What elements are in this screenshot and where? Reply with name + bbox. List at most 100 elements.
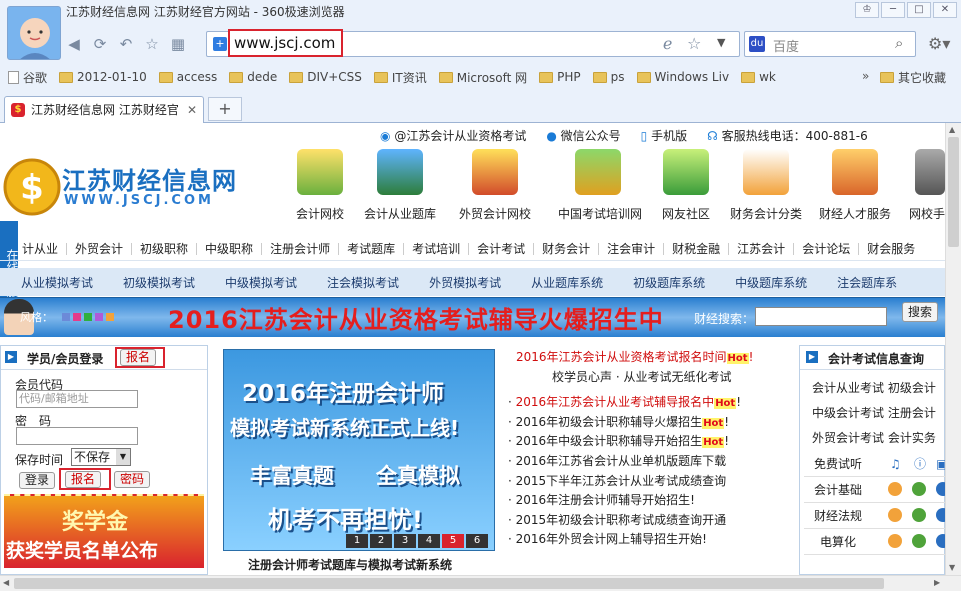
tab-close-icon[interactable]: ✕ xyxy=(187,97,197,123)
wechat-link[interactable]: ● 微信公众号 xyxy=(546,127,620,144)
nav-link[interactable]: 财会服务 xyxy=(859,243,923,255)
list-item[interactable]: · 2016年注册会计师辅导开始招生! xyxy=(508,491,790,511)
sub-nav-link[interactable]: 注会题库系 xyxy=(822,274,912,291)
sub-nav-link[interactable]: 初级题库系统 xyxy=(618,274,720,291)
nav-icon-category[interactable]: 财务会计分类 xyxy=(726,149,806,222)
exam-link[interactable]: 初级会计 xyxy=(888,381,936,395)
favorite-star-icon[interactable]: ☆ xyxy=(142,34,162,54)
nav-link[interactable]: 会计论坛 xyxy=(794,242,860,255)
mobile-link[interactable]: ▯ 手机版 xyxy=(641,127,687,144)
pager-item[interactable]: 4 xyxy=(418,534,440,548)
nav-link[interactable]: 财务会计 xyxy=(534,242,600,255)
nav-link[interactable]: 会计考试 xyxy=(469,242,535,255)
forward-icon[interactable]: ⟳ xyxy=(90,34,110,54)
search-icon[interactable]: ⌕ xyxy=(895,34,903,52)
search-box[interactable]: du 百度 ⌕ xyxy=(744,31,916,57)
trial-row[interactable]: 会计基础 xyxy=(804,477,945,503)
bookmark-item[interactable]: 谷歌 xyxy=(8,69,47,86)
tools-icon[interactable]: ⚙▾ xyxy=(928,34,950,53)
url-text[interactable]: www.jscj.com xyxy=(228,29,343,57)
bookmark-folder[interactable]: Microsoft 网 xyxy=(438,69,527,86)
scholarship-banner[interactable]: 奖学金 获奖学员名单公布 xyxy=(4,494,204,568)
register-button[interactable]: 报名 xyxy=(65,471,102,488)
apps-icon[interactable]: ▦ xyxy=(168,34,188,54)
style-swatches[interactable] xyxy=(62,313,114,321)
sub-nav-link[interactable]: 从业模拟考试 xyxy=(6,274,108,291)
bookmark-folder[interactable]: ps xyxy=(592,70,625,84)
nav-link[interactable]: 江苏会计 xyxy=(729,242,795,255)
pager-item[interactable]: 3 xyxy=(394,534,416,548)
banner-headline[interactable]: 2016江苏会计从业资格考试辅导火爆招生中 xyxy=(168,300,664,335)
list-item[interactable]: · 2016年外贸会计网上辅导招生开始! xyxy=(508,530,790,550)
user-avatar[interactable] xyxy=(7,6,61,60)
minimize-button[interactable]: ─ xyxy=(881,2,905,18)
sub-nav-link[interactable]: 注会模拟考试 xyxy=(312,274,414,291)
feature-caption[interactable]: 注册会计师考试题库与模拟考试新系统 xyxy=(248,556,452,573)
nav-icon-exam-training[interactable]: 中国考试培训网 xyxy=(558,149,642,222)
horizontal-scrollbar[interactable]: ◀ ▶ xyxy=(0,575,961,591)
nav-icon-community[interactable]: 网友社区 xyxy=(646,149,726,222)
password-input[interactable] xyxy=(16,427,138,445)
list-item[interactable]: · 2015下半年江苏会计从业考试成绩查询 xyxy=(508,472,790,492)
feature-slideshow[interactable]: 2016年注册会计师 模拟考试新系统正式上线! 丰富真题 全真模拟 机考不再担忧… xyxy=(223,349,495,551)
sub-nav-link[interactable]: 中级题库系统 xyxy=(720,274,822,291)
nav-link[interactable]: 注会审计 xyxy=(599,242,665,255)
pager-item[interactable]: 6 xyxy=(466,534,488,548)
nav-link[interactable]: 计从业 xyxy=(12,242,68,255)
pager-item-active[interactable]: 5 xyxy=(442,534,464,548)
undo-icon[interactable]: ↶ xyxy=(116,34,136,54)
register-link-button[interactable]: 报名 xyxy=(120,349,157,366)
nav-link[interactable]: 考试培训 xyxy=(404,242,470,255)
bookmark-folder[interactable]: Windows Liv xyxy=(636,70,729,84)
bookmark-folder[interactable]: DIV+CSS xyxy=(289,70,362,84)
tab-active[interactable]: $ 江苏财经信息网 江苏财经官 ✕ xyxy=(4,96,204,123)
bookmark-folder[interactable]: wk xyxy=(741,70,776,84)
exam-link[interactable]: 会计实务 xyxy=(888,431,936,445)
list-item[interactable]: · 2015年初级会计职称考试成绩查询开通 xyxy=(508,511,790,531)
exam-link[interactable]: 外贸会计考试 xyxy=(812,431,884,445)
bookmark-folder[interactable]: PHP xyxy=(539,70,581,84)
member-code-input[interactable]: 代码/邮箱地址 xyxy=(16,390,138,408)
nav-icon-mobile-school[interactable]: 网校手 xyxy=(895,149,945,222)
new-tab-button[interactable]: + xyxy=(208,97,242,121)
sub-nav-link[interactable]: 中级模拟考试 xyxy=(210,274,312,291)
bookmarks-more[interactable]: » xyxy=(862,69,869,83)
bookmark-folder[interactable]: IT资讯 xyxy=(373,69,427,86)
list-item[interactable]: · 2016年江苏会计从业考试辅导报名中Hot! xyxy=(508,393,790,413)
trial-row[interactable]: 电算化 xyxy=(804,529,945,555)
close-button[interactable]: ✕ xyxy=(933,2,957,18)
bookmark-folder[interactable]: 2012-01-10 xyxy=(59,70,147,84)
nav-link[interactable]: 初级职称 xyxy=(132,242,198,255)
vertical-scrollbar[interactable]: ▲ ▼ xyxy=(945,123,961,575)
sub-nav-link[interactable]: 从业题库系统 xyxy=(516,274,618,291)
nav-link[interactable]: 中级职称 xyxy=(197,242,263,255)
compat-mode-icon[interactable]: ℯ xyxy=(663,34,672,53)
save-time-select[interactable]: 不保存 ▼ xyxy=(71,448,131,466)
sub-nav-link[interactable]: 初级模拟考试 xyxy=(108,274,210,291)
exam-link[interactable]: 中级会计考试 xyxy=(812,406,884,420)
list-item[interactable]: · 2016年中级会计职称辅导开始招生Hot! xyxy=(508,432,790,452)
nav-icon-trade-school[interactable]: 外贸会计网校 xyxy=(455,149,535,222)
exam-link[interactable]: 会计从业考试 xyxy=(812,381,884,395)
skin-icon[interactable]: ♔ xyxy=(855,2,879,18)
forgot-password-button[interactable]: 密码 xyxy=(114,471,151,488)
maximize-button[interactable]: □ xyxy=(907,2,931,18)
back-icon[interactable]: ◀ xyxy=(64,34,84,54)
finance-search-input[interactable] xyxy=(755,307,887,326)
nav-icon-talent[interactable]: 财经人才服务 xyxy=(815,149,895,222)
trial-row[interactable]: 财经法规 xyxy=(804,503,945,529)
nav-link[interactable]: 注册会计师 xyxy=(262,242,340,255)
exam-link[interactable]: 注册会计 xyxy=(888,406,936,420)
nav-link[interactable]: 外贸会计 xyxy=(67,242,133,255)
news-headline[interactable]: 2016年江苏会计从业资格考试报名时间Hot! xyxy=(508,348,790,368)
news-sub[interactable]: 校学员心声 · 从业考试无纸化考试 xyxy=(508,368,790,388)
list-item[interactable]: · 2016年江苏省会计从业单机版题库下载 xyxy=(508,452,790,472)
list-item[interactable]: · 2016年初级会计职称辅导火爆招生Hot! xyxy=(508,413,790,433)
bookmark-folder[interactable]: dede xyxy=(229,70,277,84)
bookmark-star-icon[interactable]: ☆ xyxy=(687,34,701,53)
other-bookmarks[interactable]: 其它收藏 xyxy=(880,69,946,86)
bookmark-folder[interactable]: access xyxy=(158,70,217,84)
finance-search-button[interactable]: 搜索 xyxy=(902,302,939,322)
pager-item[interactable]: 1 xyxy=(346,534,368,548)
pager-item[interactable]: 2 xyxy=(370,534,392,548)
